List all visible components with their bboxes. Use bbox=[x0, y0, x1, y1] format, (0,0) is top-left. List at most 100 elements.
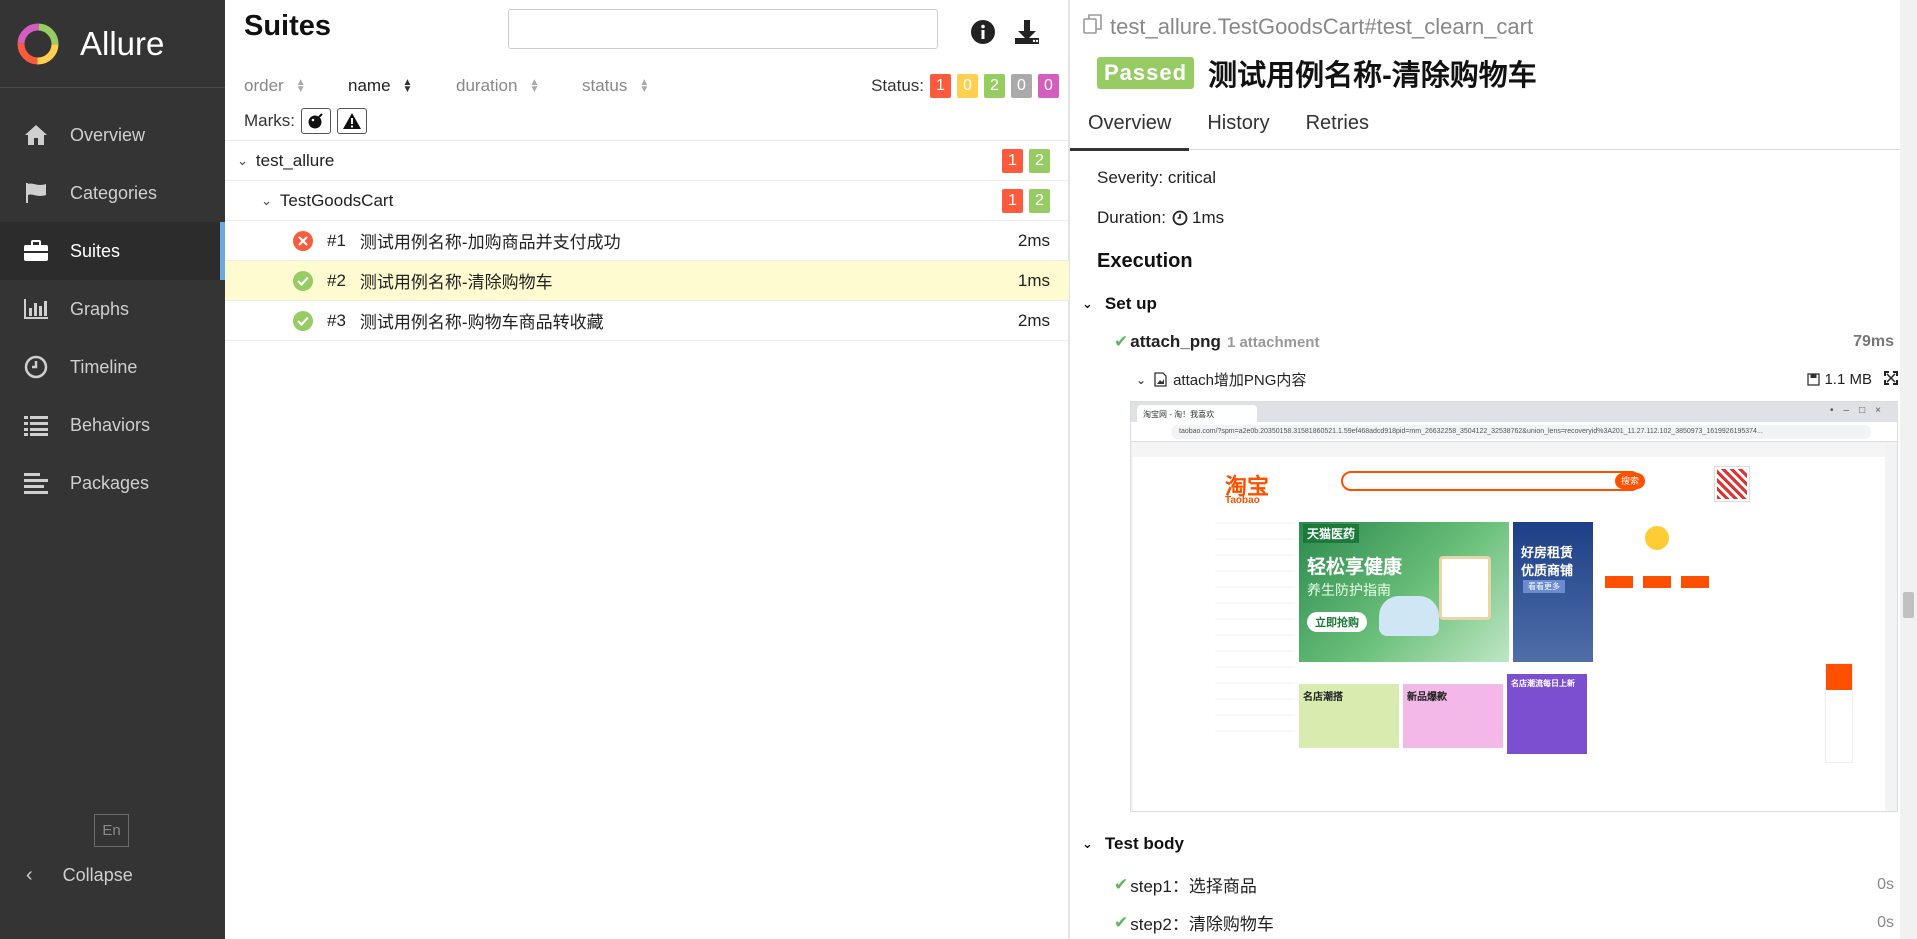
language-button[interactable]: En bbox=[94, 814, 129, 847]
save-icon bbox=[1807, 373, 1821, 386]
passed-status-icon bbox=[293, 270, 313, 291]
sort-name-label: name bbox=[348, 76, 391, 95]
browser-toolbar: taobao.com/?spm=a2e0b.20350158.315818605… bbox=[1131, 422, 1897, 442]
case-duration: 2ms bbox=[1017, 311, 1050, 330]
taobao-logo-en: Taobao bbox=[1225, 495, 1260, 506]
setup-step-row[interactable]: ✔ attach_png 1 attachment 79ms bbox=[1114, 332, 1894, 352]
sidebar-item-categories[interactable]: Categories bbox=[0, 164, 225, 222]
download-icon[interactable] bbox=[1013, 18, 1041, 46]
sidebar-item-label: Timeline bbox=[70, 356, 138, 377]
sort-duration[interactable]: duration ▲ ▼ bbox=[456, 76, 539, 96]
chevron-down-icon: ⌄ bbox=[237, 152, 248, 168]
body-step-row[interactable]: ✔ step2：清除购物车 0s bbox=[1114, 910, 1894, 935]
taobao-search-button: 搜索 bbox=[1615, 473, 1645, 489]
sidebar-item-suites[interactable]: Suites bbox=[0, 222, 225, 280]
class-counts: 1 2 bbox=[996, 189, 1050, 213]
body-step-row[interactable]: ✔ step1：选择商品 0s bbox=[1114, 872, 1894, 897]
scrollbar[interactable] bbox=[1900, 0, 1917, 939]
setup-toggle[interactable]: ⌄ Set up bbox=[1082, 294, 1157, 314]
sidebar-item-label: Graphs bbox=[70, 298, 130, 319]
side-toolbar bbox=[1825, 663, 1853, 763]
sidebar-item-behaviors[interactable]: Behaviors bbox=[0, 396, 225, 454]
allure-logo-icon bbox=[17, 23, 59, 64]
attachment-row[interactable]: ⌄ attach增加PNG内容 1.1 MB bbox=[1136, 369, 1906, 390]
passed-count-badge: 2 bbox=[1029, 189, 1050, 213]
test-case-row[interactable]: #3 测试用例名称-购物车商品转收藏 2ms bbox=[225, 301, 1069, 341]
sort-status[interactable]: status ▲ ▼ bbox=[582, 76, 649, 96]
search-input[interactable] bbox=[508, 9, 938, 49]
browser-tab: 淘宝网 - 淘！我喜欢 bbox=[1137, 405, 1257, 422]
card-1: 名店潮搭 bbox=[1299, 684, 1399, 748]
taobao-search-box bbox=[1341, 471, 1641, 491]
step-time: 0s bbox=[1877, 875, 1894, 893]
card-title: 名店潮搭 bbox=[1303, 692, 1343, 703]
attachment-image[interactable]: 淘宝网 - 淘！我喜欢 •–□× taobao.com/?spm=a2e0b.2… bbox=[1130, 401, 1898, 812]
status-filter-failed[interactable]: 1 bbox=[930, 74, 951, 98]
tab-retries[interactable]: Retries bbox=[1288, 104, 1387, 150]
sort-status-label: status bbox=[582, 76, 628, 95]
clock-icon bbox=[22, 355, 50, 379]
home-icon bbox=[22, 123, 50, 147]
scrollbar-thumb[interactable] bbox=[1903, 592, 1914, 618]
bomb-icon bbox=[308, 113, 323, 129]
list-icon bbox=[22, 413, 50, 437]
sidebar-item-overview[interactable]: Overview bbox=[0, 106, 225, 164]
brand[interactable]: Allure bbox=[0, 0, 225, 88]
duration-label: Duration: bbox=[1097, 208, 1166, 227]
failed-count-badge: 1 bbox=[1002, 149, 1023, 173]
collapse-button[interactable]: ‹ Collapse bbox=[26, 864, 133, 887]
status-filter-unknown[interactable]: 0 bbox=[1038, 74, 1059, 98]
new-failed-mark-button[interactable] bbox=[337, 108, 367, 134]
test-case-row[interactable]: #1 测试用例名称-加购商品并支付成功 2ms bbox=[225, 221, 1069, 261]
test-body-toggle[interactable]: ⌄ Test body bbox=[1082, 834, 1184, 854]
status-filter-broken[interactable]: 0 bbox=[957, 74, 978, 98]
sort-arrows-icon: ▲ ▼ bbox=[529, 77, 540, 95]
chevron-down-icon: ⌄ bbox=[261, 192, 272, 208]
case-name: 测试用例名称-加购商品并支付成功 bbox=[359, 233, 621, 252]
sidebar-item-graphs[interactable]: Graphs bbox=[0, 280, 225, 338]
sidebar-item-label: Behaviors bbox=[70, 414, 151, 435]
chevron-down-icon: ⌄ bbox=[1136, 372, 1147, 387]
check-icon: ✔ bbox=[1114, 874, 1129, 894]
tab-overview[interactable]: Overview bbox=[1070, 104, 1190, 151]
bar-chart-icon bbox=[22, 297, 50, 321]
sidebar-item-packages[interactable]: Packages bbox=[0, 454, 225, 512]
test-title-row: Passed 测试用例名称-清除购物车 bbox=[1097, 52, 1537, 94]
banner-button: 立即抢购 bbox=[1307, 612, 1367, 632]
flaky-mark-button[interactable] bbox=[301, 108, 331, 134]
sort-order[interactable]: order ▲ ▼ bbox=[244, 76, 306, 96]
test-case-row-selected[interactable]: #2 测试用例名称-清除购物车 1ms bbox=[225, 261, 1069, 301]
test-title: 测试用例名称-清除购物车 bbox=[1208, 60, 1537, 92]
rent-button: 看看更多 bbox=[1523, 580, 1565, 593]
tree-node-suite[interactable]: ⌄ test_allure 1 2 bbox=[225, 141, 1069, 181]
suite-counts: 1 2 bbox=[996, 149, 1050, 173]
status-filter-skipped[interactable]: 0 bbox=[1011, 74, 1032, 98]
severity-line: Severity: critical bbox=[1097, 168, 1217, 187]
case-duration: 2ms bbox=[1017, 231, 1050, 250]
duration-value: 1ms bbox=[1191, 208, 1225, 227]
info-icon[interactable] bbox=[969, 18, 997, 46]
sidebar-item-label: Packages bbox=[70, 472, 150, 493]
sidebar-item-timeline[interactable]: Timeline bbox=[0, 338, 225, 396]
qr-code-icon bbox=[1714, 466, 1750, 502]
check-icon: ✔ bbox=[1114, 912, 1129, 932]
banner-brand: 天猫医药 bbox=[1303, 524, 1360, 543]
copy-icon[interactable] bbox=[1082, 13, 1104, 41]
tab-history[interactable]: History bbox=[1189, 104, 1287, 150]
sort-order-label: order bbox=[244, 76, 284, 95]
status-label: Status: bbox=[871, 76, 924, 95]
expand-icon[interactable] bbox=[1884, 370, 1898, 389]
case-name: 测试用例名称-购物车商品转收藏 bbox=[359, 313, 604, 332]
suites-tree: ⌄ test_allure 1 2 ⌄ TestGoodsCart 1 2 #1… bbox=[225, 140, 1069, 341]
sort-arrows-icon: ▲ ▼ bbox=[639, 77, 650, 95]
banner-health: 天猫医药 轻松享健康 养生防护指南 立即抢购 bbox=[1299, 522, 1509, 662]
case-name: 测试用例名称-清除购物车 bbox=[359, 273, 553, 292]
status-filter-passed[interactable]: 2 bbox=[984, 74, 1005, 98]
sidebar-nav: Overview Categories Suites Graphs Timeli… bbox=[0, 106, 225, 512]
detail-tabs: Overview History Retries bbox=[1070, 104, 1908, 151]
sort-name[interactable]: name ▲ ▼ bbox=[348, 76, 412, 96]
duration-line: Duration: 1ms bbox=[1097, 208, 1224, 228]
chevron-left-icon: ‹ bbox=[26, 864, 33, 886]
step-name: step2：清除购物车 bbox=[1130, 915, 1274, 934]
tree-node-class[interactable]: ⌄ TestGoodsCart 1 2 bbox=[225, 181, 1069, 221]
